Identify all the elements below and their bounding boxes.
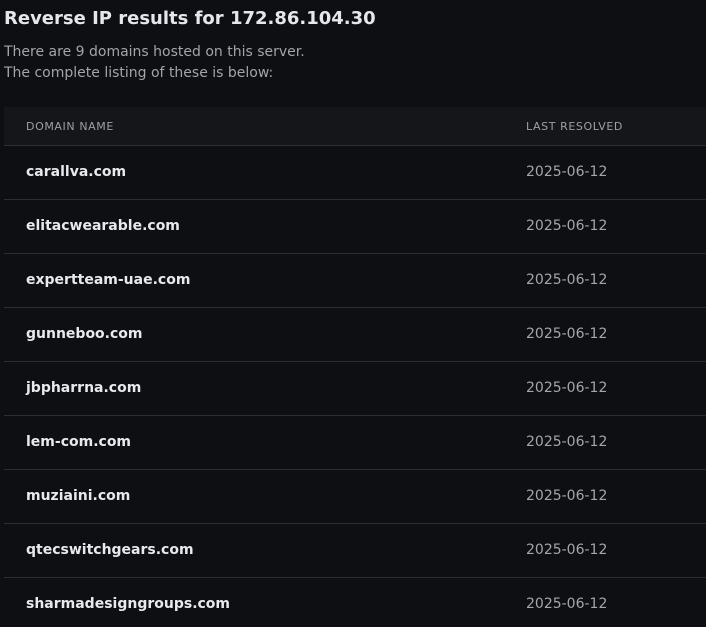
domain-link[interactable]: jbpharrna.com: [26, 380, 141, 396]
last-resolved-date: 2025-06-12: [526, 596, 608, 612]
table-row: muziaini.com 2025-06-12: [4, 470, 706, 524]
domain-count-text: There are 9 domains hosted on this serve…: [4, 44, 305, 60]
intro-text: There are 9 domains hosted on this serve…: [4, 42, 305, 84]
table-row: lem-com.com 2025-06-12: [4, 416, 706, 470]
last-resolved-date: 2025-06-12: [526, 542, 608, 558]
table-body: carallva.com 2025-06-12 elitacwearable.c…: [4, 146, 706, 627]
domains-table: DOMAIN NAME LAST RESOLVED carallva.com 2…: [4, 107, 706, 627]
page-title: Reverse IP results for 172.86.104.30: [4, 8, 376, 29]
domain-link[interactable]: qtecswitchgears.com: [26, 542, 194, 558]
table-header: DOMAIN NAME LAST RESOLVED: [4, 107, 706, 146]
table-row: elitacwearable.com 2025-06-12: [4, 200, 706, 254]
domain-link[interactable]: carallva.com: [26, 164, 126, 180]
domain-link[interactable]: muziaini.com: [26, 488, 130, 504]
last-resolved-date: 2025-06-12: [526, 218, 608, 234]
table-row: gunneboo.com 2025-06-12: [4, 308, 706, 362]
table-row: qtecswitchgears.com 2025-06-12: [4, 524, 706, 578]
last-resolved-date: 2025-06-12: [526, 326, 608, 342]
domain-link[interactable]: elitacwearable.com: [26, 218, 180, 234]
last-resolved-date: 2025-06-12: [526, 434, 608, 450]
domain-link[interactable]: gunneboo.com: [26, 326, 143, 342]
table-row: jbpharrna.com 2025-06-12: [4, 362, 706, 416]
last-resolved-date: 2025-06-12: [526, 380, 608, 396]
column-header-domain-name: DOMAIN NAME: [26, 120, 114, 133]
domain-link[interactable]: expertteam-uae.com: [26, 272, 190, 288]
last-resolved-date: 2025-06-12: [526, 488, 608, 504]
table-row: expertteam-uae.com 2025-06-12: [4, 254, 706, 308]
listing-note-text: The complete listing of these is below:: [4, 65, 274, 81]
column-header-last-resolved: LAST RESOLVED: [526, 120, 624, 133]
reverse-ip-page: Reverse IP results for 172.86.104.30 The…: [0, 0, 706, 627]
domain-link[interactable]: lem-com.com: [26, 434, 131, 450]
domain-link[interactable]: sharmadesigngroups.com: [26, 596, 230, 612]
table-row: sharmadesigngroups.com 2025-06-12: [4, 578, 706, 627]
table-row: carallva.com 2025-06-12: [4, 146, 706, 200]
last-resolved-date: 2025-06-12: [526, 164, 608, 180]
last-resolved-date: 2025-06-12: [526, 272, 608, 288]
